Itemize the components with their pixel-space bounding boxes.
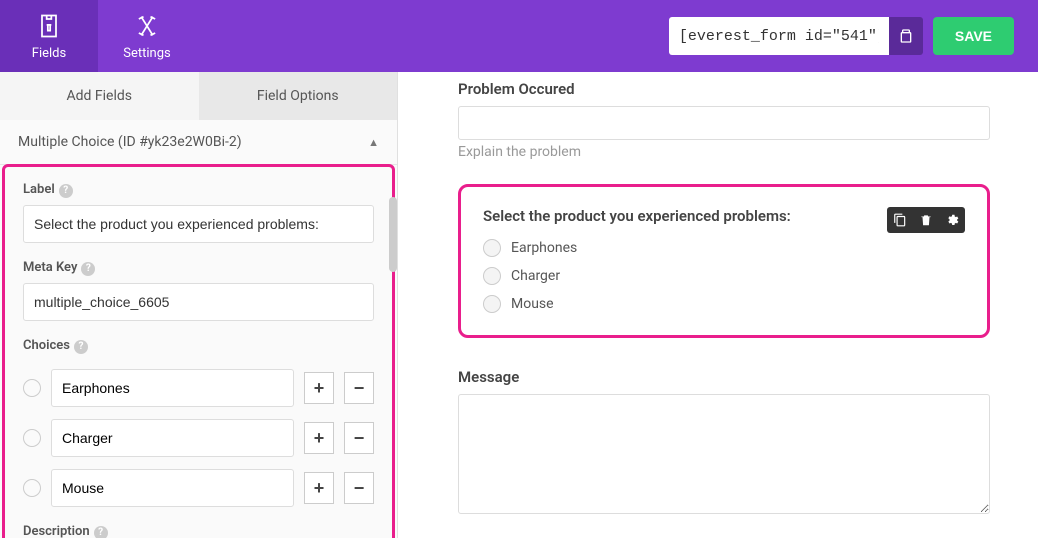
- accordion-header[interactable]: Multiple Choice (ID #yk23e2W0Bi-2) ▲: [0, 120, 397, 165]
- help-icon[interactable]: ?: [94, 526, 108, 538]
- choice-radio[interactable]: [23, 429, 41, 447]
- add-choice-button[interactable]: +: [304, 372, 334, 404]
- choice-radio[interactable]: [23, 379, 41, 397]
- settings-icon: [133, 12, 161, 40]
- save-button[interactable]: SAVE: [933, 17, 1014, 55]
- shortcode-input[interactable]: [669, 17, 889, 55]
- problem-textarea: [458, 106, 990, 140]
- selected-field-title: Select the product you experienced probl…: [483, 207, 791, 225]
- option-row: Earphones: [483, 239, 965, 257]
- choice-input[interactable]: [51, 369, 294, 407]
- add-choice-button[interactable]: +: [304, 472, 334, 504]
- message-field-block[interactable]: Message: [458, 368, 990, 518]
- option-label: Earphones: [511, 240, 577, 256]
- accordion-title: Multiple Choice (ID #yk23e2W0Bi-2): [18, 134, 242, 150]
- choice-row: + −: [23, 469, 374, 507]
- gear-icon: [945, 213, 959, 227]
- scrollbar-thumb[interactable]: [389, 197, 397, 272]
- fields-nav-button[interactable]: Fields: [0, 0, 98, 72]
- description-label: Description: [23, 524, 90, 538]
- choice-row: + −: [23, 369, 374, 407]
- fields-icon: [35, 12, 63, 40]
- copy-shortcode-button[interactable]: [889, 17, 923, 55]
- option-row: Charger: [483, 267, 965, 285]
- choice-radio[interactable]: [23, 479, 41, 497]
- help-icon[interactable]: ?: [74, 340, 88, 354]
- metakey-label: Meta Key: [23, 260, 77, 275]
- problem-title: Problem Occured: [458, 80, 990, 98]
- trash-icon: [919, 213, 933, 227]
- option-row: Mouse: [483, 295, 965, 313]
- help-icon[interactable]: ?: [59, 184, 73, 198]
- message-title: Message: [458, 368, 990, 386]
- settings-nav-button[interactable]: Settings: [98, 0, 196, 72]
- choice-row: + −: [23, 419, 374, 457]
- selected-field-block[interactable]: Select the product you experienced probl…: [458, 184, 990, 338]
- delete-field-button[interactable]: [913, 207, 939, 233]
- metakey-input[interactable]: [23, 283, 374, 321]
- settings-nav-label: Settings: [123, 46, 170, 61]
- form-canvas: Problem Occured Explain the problem Sele…: [398, 72, 1038, 538]
- remove-choice-button[interactable]: −: [344, 472, 374, 504]
- label-input[interactable]: [23, 205, 374, 243]
- option-radio[interactable]: [483, 239, 501, 257]
- option-radio[interactable]: [483, 295, 501, 313]
- sidebar: Add Fields Field Options Multiple Choice…: [0, 72, 398, 538]
- tab-add-fields[interactable]: Add Fields: [0, 72, 199, 120]
- add-choice-button[interactable]: +: [304, 422, 334, 454]
- fields-nav-label: Fields: [32, 46, 66, 61]
- problem-placeholder: Explain the problem: [458, 144, 990, 160]
- remove-choice-button[interactable]: −: [344, 372, 374, 404]
- choice-input[interactable]: [51, 419, 294, 457]
- option-radio[interactable]: [483, 267, 501, 285]
- tab-field-options[interactable]: Field Options: [199, 72, 398, 120]
- duplicate-icon: [893, 213, 907, 227]
- help-icon[interactable]: ?: [81, 262, 95, 276]
- clipboard-icon: [898, 28, 914, 44]
- option-label: Charger: [511, 268, 560, 284]
- settings-field-button[interactable]: [939, 207, 965, 233]
- collapse-icon: ▲: [368, 136, 379, 149]
- duplicate-field-button[interactable]: [887, 207, 913, 233]
- label-label: Label: [23, 182, 55, 197]
- field-options-panel: Label? Meta Key? Choices? + −: [2, 164, 395, 538]
- message-textarea: [458, 394, 990, 514]
- problem-field-block[interactable]: Problem Occured Explain the problem: [458, 80, 990, 160]
- remove-choice-button[interactable]: −: [344, 422, 374, 454]
- option-label: Mouse: [511, 296, 554, 312]
- choice-input[interactable]: [51, 469, 294, 507]
- choices-label: Choices: [23, 338, 70, 353]
